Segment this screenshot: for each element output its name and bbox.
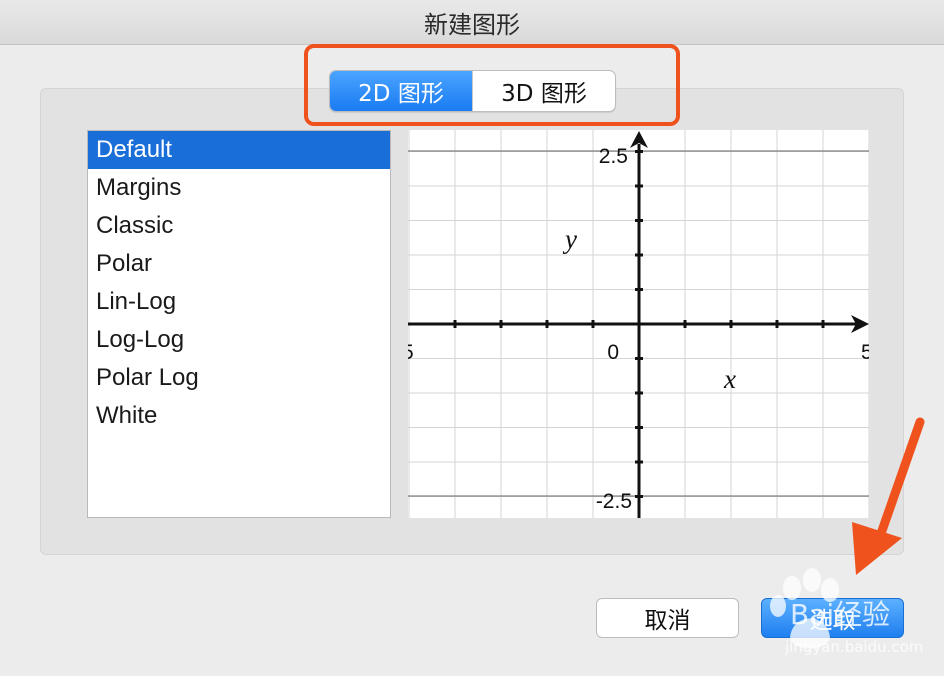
ok-button[interactable]: 选取 bbox=[761, 598, 904, 638]
title-bar: 新建图形 bbox=[0, 0, 944, 45]
x-axis-label: x bbox=[723, 364, 736, 394]
origin-label: 0 bbox=[607, 341, 619, 364]
style-item-lin-log[interactable]: Lin-Log bbox=[88, 283, 390, 321]
annotation-arrow-icon bbox=[852, 417, 925, 575]
style-item-default[interactable]: Default bbox=[88, 131, 390, 169]
y-axis-label: y bbox=[562, 224, 577, 254]
x-left-tick-label: 5 bbox=[408, 341, 414, 364]
style-list[interactable]: Default Margins Classic Polar Lin-Log Lo… bbox=[87, 130, 391, 518]
style-item-classic[interactable]: Classic bbox=[88, 207, 390, 245]
x-right-tick-label: 5 bbox=[861, 341, 869, 364]
window-title: 新建图形 bbox=[424, 10, 520, 39]
watermark-url: jingyan.baidu.com bbox=[784, 638, 923, 656]
cancel-button[interactable]: 取消 bbox=[596, 598, 739, 638]
style-item-margins[interactable]: Margins bbox=[88, 169, 390, 207]
y-top-tick-label: 2.5 bbox=[599, 145, 628, 168]
graph-preview: 2.5 -2.5 0 5 5 y x bbox=[408, 130, 869, 518]
preview-axes-svg: 2.5 -2.5 0 5 5 y x bbox=[408, 130, 869, 518]
y-bottom-tick-label: -2.5 bbox=[596, 490, 632, 513]
style-item-white[interactable]: White bbox=[88, 397, 390, 435]
style-item-polar[interactable]: Polar bbox=[88, 245, 390, 283]
style-item-polar-log[interactable]: Polar Log bbox=[88, 359, 390, 397]
annotation-highlight-box bbox=[304, 44, 680, 126]
style-item-log-log[interactable]: Log-Log bbox=[88, 321, 390, 359]
